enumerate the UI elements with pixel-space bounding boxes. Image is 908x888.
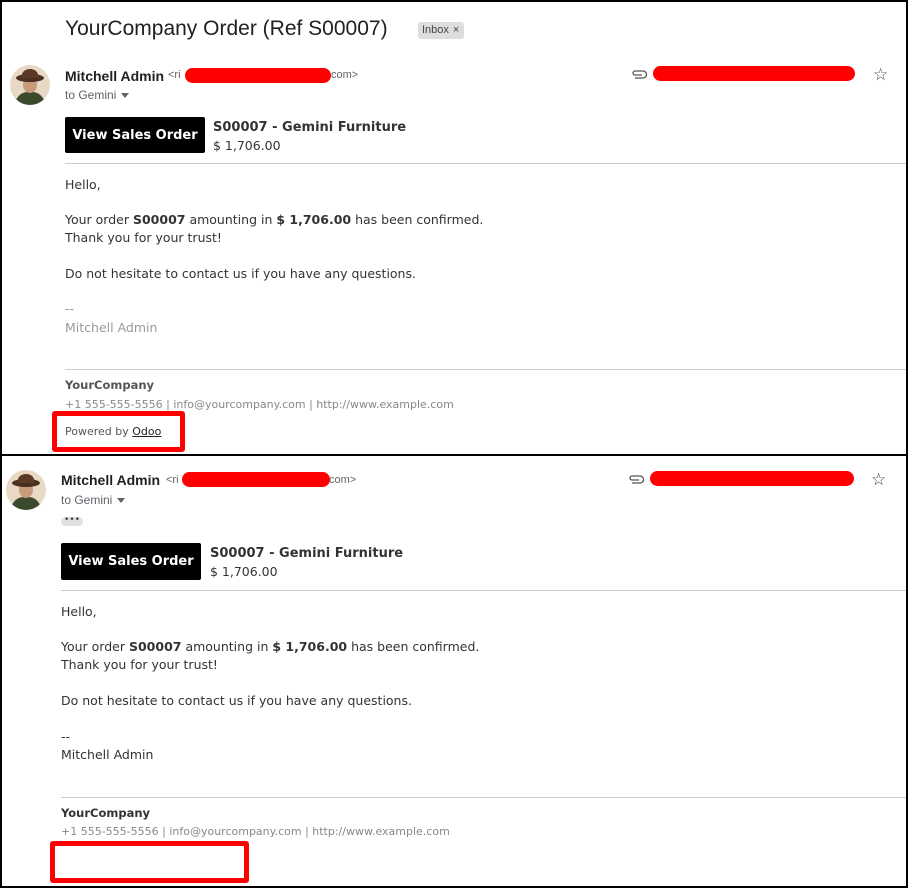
caret-down-icon[interactable]	[117, 498, 126, 504]
recipient-text: to Gemini	[65, 88, 117, 102]
amount-bold: $ 1,706.00	[272, 639, 348, 654]
recipient-text: to Gemini	[61, 493, 113, 507]
inbox-label-badge[interactable]: Inbox ×	[418, 22, 465, 39]
sender-name: Mitchell Admin	[61, 472, 161, 488]
paperclip-icon[interactable]	[631, 69, 647, 79]
footer-divider	[61, 797, 906, 798]
footer-contact: +1 555-555-5556 | info@yourcompany.com |…	[61, 825, 450, 838]
order-ref: S00007	[132, 212, 186, 227]
contact-invite-line: Do not hesitate to contact us if you hav…	[61, 693, 412, 708]
avatar[interactable]	[10, 65, 50, 105]
footer-divider	[65, 369, 906, 370]
powered-by: Powered by Odoo	[65, 425, 162, 438]
sender-name: Mitchell Admin	[65, 68, 165, 84]
divider	[61, 590, 906, 591]
greeting: Hello,	[65, 177, 101, 192]
order-amount: $ 1,706.00	[210, 564, 278, 579]
confirmation-line: Your order S00007 amounting in $ 1,706.0…	[65, 212, 484, 227]
confirmation-line: Your order S00007 amounting in $ 1,706.0…	[61, 639, 480, 654]
thanks-line: Thank you for your trust!	[61, 657, 218, 672]
sender-email-suffix: com>	[331, 69, 359, 81]
sender-email-prefix: <ri	[166, 474, 179, 486]
footer-company: YourCompany	[65, 378, 155, 392]
order-title: S00007 - Gemini Furniture	[210, 546, 404, 561]
redacted-date	[653, 66, 855, 81]
footer-company: YourCompany	[61, 806, 151, 820]
email-panel-top: YourCompany Order (Ref S00007) Inbox × Mi…	[0, 0, 908, 456]
redacted-date	[650, 471, 854, 486]
order-title: S00007 - Gemini Furniture	[213, 120, 407, 135]
redacted-email	[185, 68, 331, 83]
order-ref: S00007	[128, 639, 182, 654]
recipient-line[interactable]: to Gemini	[65, 88, 130, 102]
caret-down-icon[interactable]	[121, 93, 130, 99]
view-sales-order-button[interactable]: View Sales Order	[65, 117, 205, 153]
signature-name: Mitchell Admin	[61, 747, 154, 762]
show-trimmed-content-button[interactable]: •••	[61, 516, 83, 526]
sender-email-prefix: <ri	[168, 69, 181, 81]
star-icon[interactable]: ☆	[873, 65, 888, 85]
avatar-icon	[6, 470, 46, 510]
inbox-label-text: Inbox	[422, 24, 449, 36]
star-icon[interactable]: ☆	[871, 470, 886, 490]
redacted-email	[182, 472, 330, 487]
paperclip-icon[interactable]	[628, 474, 644, 484]
recipient-line[interactable]: to Gemini	[61, 493, 126, 507]
avatar[interactable]	[6, 470, 46, 510]
signature-name: Mitchell Admin	[65, 320, 158, 335]
highlight-box	[50, 841, 249, 883]
thanks-line: Thank you for your trust!	[65, 230, 222, 245]
amount-bold: $ 1,706.00	[276, 212, 352, 227]
signature-dash: --	[65, 301, 75, 316]
footer-contact: +1 555-555-5556 | info@yourcompany.com |…	[65, 398, 454, 411]
avatar-icon	[10, 65, 50, 105]
odoo-link[interactable]: Odoo	[132, 425, 161, 438]
view-sales-order-button[interactable]: View Sales Order	[61, 543, 201, 580]
email-subject: YourCompany Order (Ref S00007)	[65, 17, 388, 40]
divider	[65, 163, 906, 164]
signature-dash: --	[61, 729, 71, 744]
sender-email-suffix: com>	[329, 474, 357, 486]
contact-invite-line: Do not hesitate to contact us if you hav…	[65, 266, 416, 281]
greeting: Hello,	[61, 604, 97, 619]
email-panel-bottom: Mitchell Admin <ri com> to Gemini ••• ☆ …	[0, 454, 908, 888]
remove-label-icon[interactable]: ×	[453, 24, 459, 36]
order-amount: $ 1,706.00	[213, 138, 281, 153]
